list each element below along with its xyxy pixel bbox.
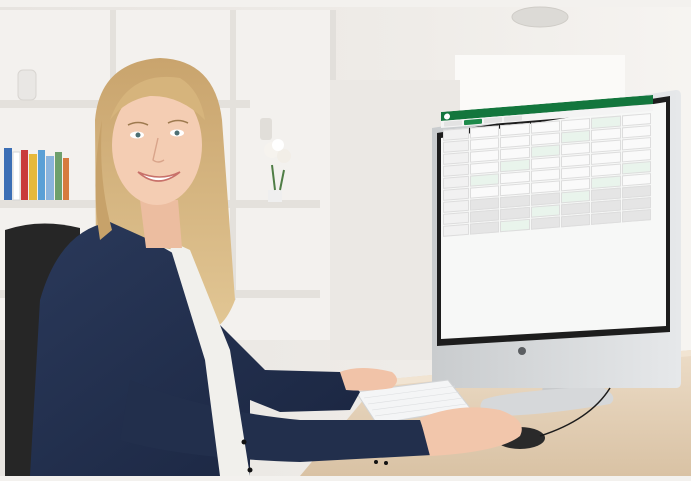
screen-row-header [443,187,469,201]
screen-row-header [443,151,469,165]
book [38,150,45,200]
screen-table-cell [561,213,591,228]
left-hand [340,368,397,391]
screen-row-header [443,211,469,225]
screen-table-cell [591,211,621,225]
screen-row-header [443,223,469,237]
screen-row-header [443,175,469,189]
ornament [260,118,272,140]
screen-row-header [443,127,469,141]
screen-table-cell [470,221,500,235]
screen-row-header [443,139,469,153]
book [12,151,21,201]
monitor-screen-app [441,94,653,324]
screen-data-table [441,111,653,239]
book [55,152,62,200]
flower-pot [268,190,282,202]
screen-table-cell [530,216,560,230]
book [29,154,37,200]
screen-row-header [443,163,469,177]
book [63,158,69,200]
vase [17,69,37,101]
screen-row-header [443,199,469,213]
wall-clock [511,6,569,28]
book [46,156,54,200]
app-logo-icon [444,112,450,120]
screen-table-cell [500,218,530,233]
neck [140,200,182,248]
screen-table-cell [621,209,651,223]
book [21,150,28,200]
book [4,148,12,200]
apple-logo [518,347,526,355]
